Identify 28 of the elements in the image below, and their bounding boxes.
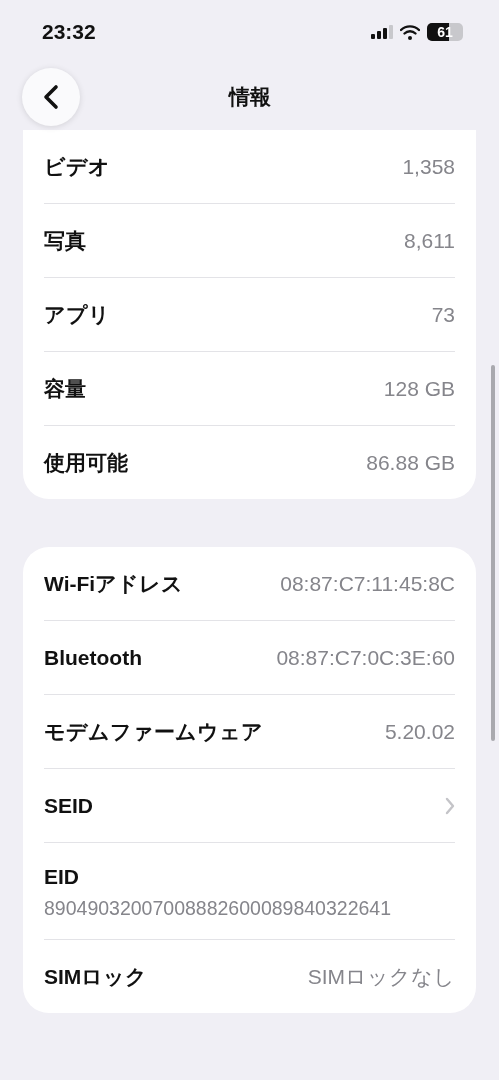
- row-value: SIMロックなし: [307, 963, 455, 990]
- row-value: 08:87:C7:0C:3E:60: [276, 645, 455, 670]
- row-label: 写真: [44, 227, 86, 254]
- row-value: 128 GB: [383, 376, 455, 401]
- row-value: 5.20.02: [384, 719, 455, 744]
- row-label: 容量: [44, 375, 86, 402]
- row-value: 1,358: [402, 154, 455, 179]
- row-value: 08:87:C7:11:45:8C: [280, 571, 455, 596]
- status-time: 23:32: [42, 20, 96, 44]
- chevron-right-icon: [445, 796, 455, 815]
- back-button[interactable]: [22, 68, 80, 126]
- row-value: 8,611: [404, 228, 455, 253]
- signal-icon: [371, 25, 393, 39]
- row-label: アプリ: [44, 301, 110, 328]
- row-label: ビデオ: [44, 153, 110, 180]
- row-label: EID: [44, 865, 79, 889]
- row-label: SIMロック: [44, 963, 148, 990]
- row-label: モデムファームウェア: [44, 718, 263, 745]
- settings-row[interactable]: SEID: [44, 769, 455, 843]
- chevron-left-icon: [43, 84, 59, 110]
- row-value: 73: [431, 302, 455, 327]
- row-value: 89049032007008882600089840322641: [44, 896, 393, 921]
- row-value: 86.88 GB: [366, 450, 455, 475]
- wifi-icon: [400, 24, 420, 40]
- row-label: Wi-Fiアドレス: [44, 570, 184, 597]
- row-label: 使用可能: [44, 449, 128, 476]
- page-title: 情報: [228, 84, 271, 110]
- row-label: Bluetooth: [44, 645, 142, 670]
